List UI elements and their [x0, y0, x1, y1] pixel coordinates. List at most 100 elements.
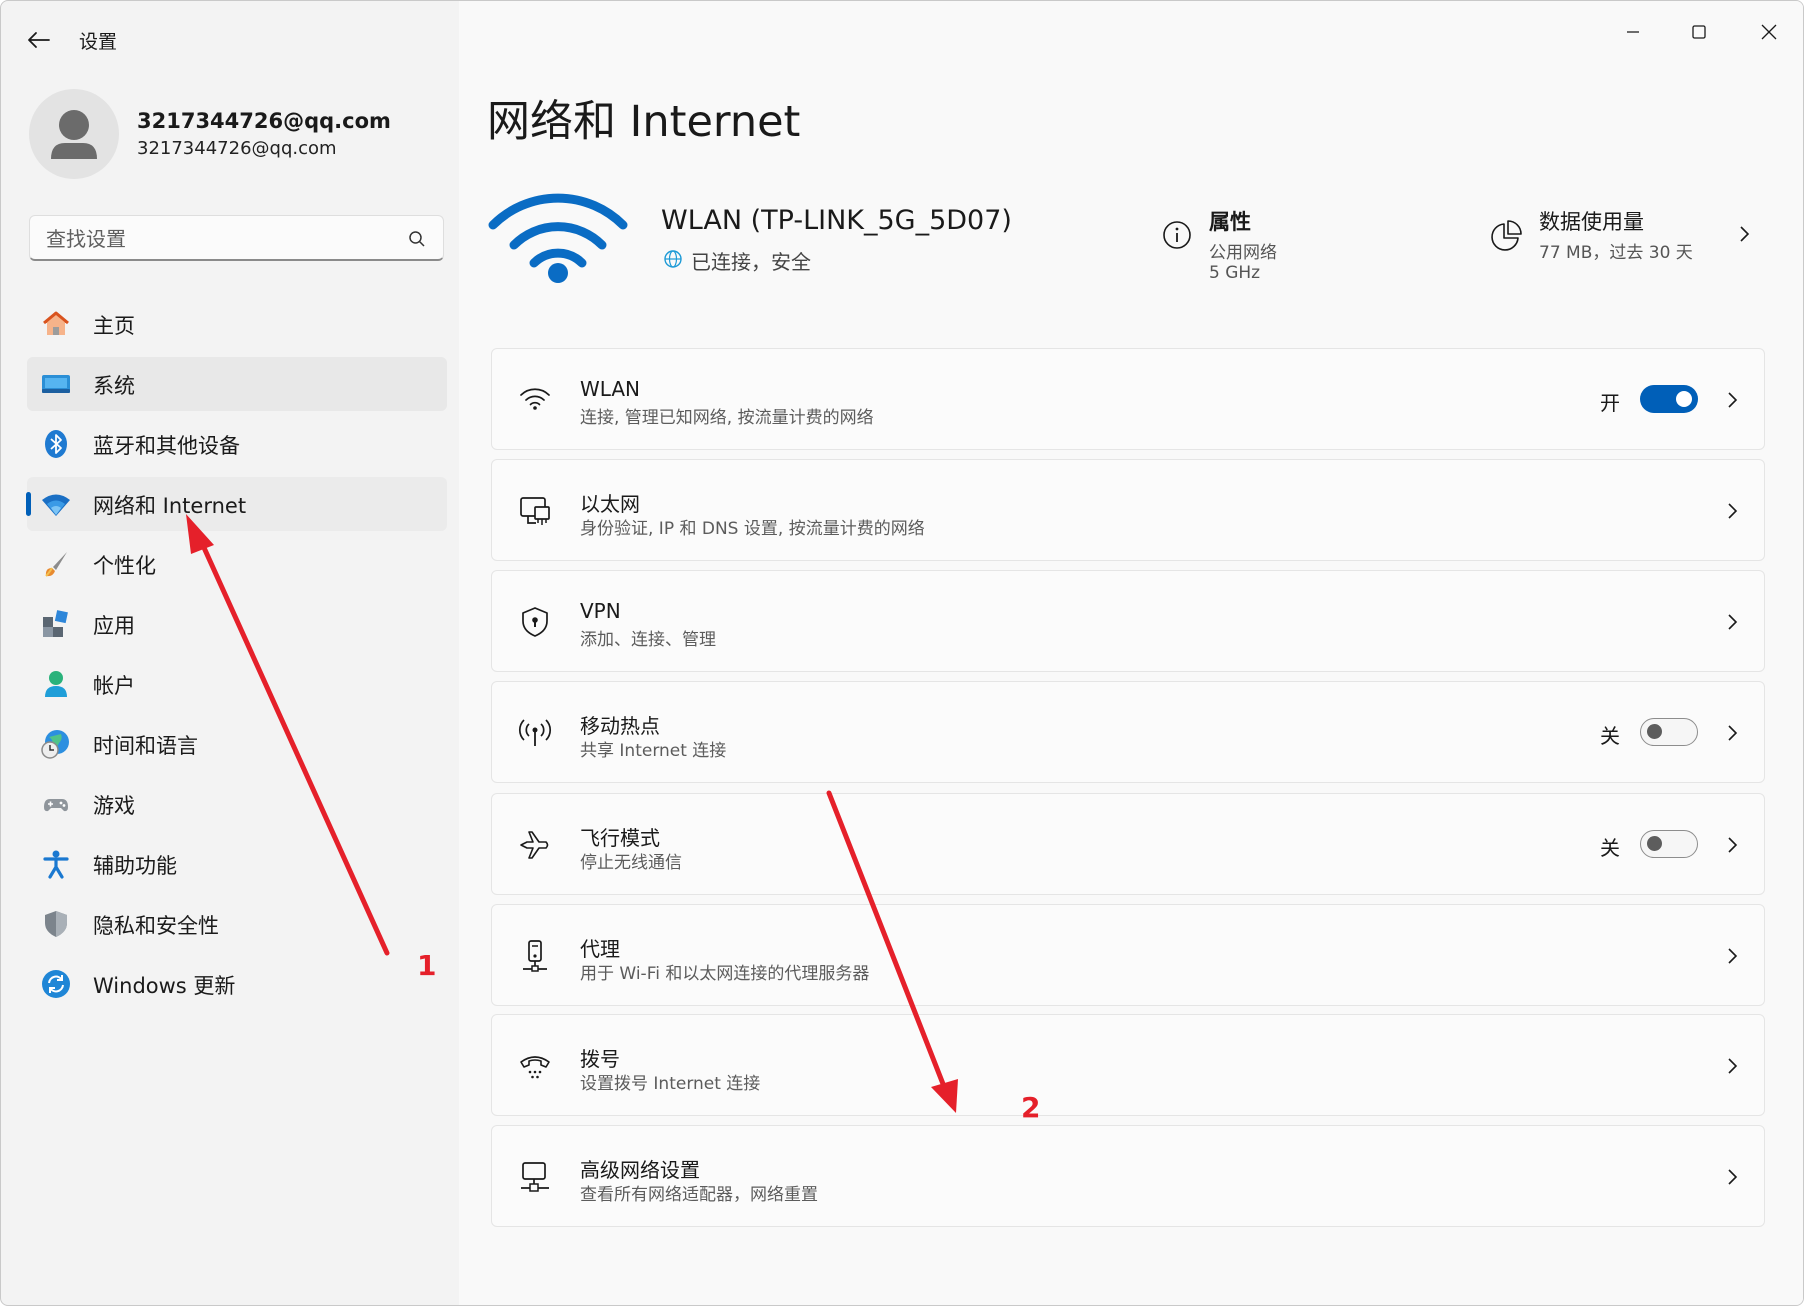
sidebar-item-privacy[interactable]: 隐私和安全性: [27, 897, 447, 951]
card-title: 高级网络设置: [580, 1158, 700, 1182]
card-subtitle: 添加、连接、管理: [580, 630, 716, 650]
sidebar-item-time-language[interactable]: 时间和语言: [27, 717, 447, 771]
network-band: 5 GHz: [1209, 263, 1261, 283]
wifi-icon: [520, 388, 550, 410]
close-icon[interactable]: [1749, 17, 1789, 47]
home-icon: [43, 311, 69, 335]
data-usage-pie-icon[interactable]: [1489, 219, 1523, 253]
search-icon[interactable]: [407, 229, 427, 249]
connected-network-name: WLAN (TP-LINK_5G_5D07): [661, 205, 1012, 236]
chevron-right-icon[interactable]: [1724, 945, 1740, 967]
app-title: 设置: [79, 31, 118, 53]
card-subtitle: 连接, 管理已知网络, 按流量计费的网络: [580, 408, 874, 428]
sidebar-item-label: 网络和 Internet: [93, 494, 247, 518]
card-subtitle: 查看所有网络适配器，网络重置: [580, 1185, 818, 1205]
data-usage-link[interactable]: 数据使用量: [1539, 206, 1644, 236]
title-bar: 设置: [1, 1, 1803, 75]
card-subtitle: 停止无线通信: [580, 853, 682, 873]
sidebar-item-label: 主页: [93, 314, 135, 338]
sidebar-item-label: 蓝牙和其他设备: [93, 434, 240, 458]
chevron-right-icon[interactable]: [1724, 389, 1740, 411]
maximize-icon[interactable]: [1679, 17, 1719, 47]
wlan-toggle[interactable]: [1640, 385, 1698, 413]
card-title: 移动热点: [580, 714, 660, 738]
search-box[interactable]: [29, 215, 444, 261]
sidebar-item-personalization[interactable]: 个性化: [27, 537, 447, 591]
chevron-right-icon[interactable]: [1724, 722, 1740, 744]
setting-card-mobile-hotspot[interactable]: 移动热点 共享 Internet 连接 关: [491, 681, 1765, 783]
toggle-knob: [1676, 391, 1692, 407]
chevron-right-icon[interactable]: [1724, 611, 1740, 633]
page-title: 网络和 Internet: [487, 97, 801, 147]
back-arrow-icon[interactable]: [23, 25, 53, 55]
card-subtitle: 用于 Wi-Fi 和以太网连接的代理服务器: [580, 964, 870, 984]
card-title: WLAN: [580, 377, 641, 401]
airplane-mode-toggle[interactable]: [1640, 830, 1698, 858]
setting-card-ethernet[interactable]: 以太网 身份验证, IP 和 DNS 设置, 按流量计费的网络: [491, 459, 1765, 561]
avatar[interactable]: [29, 89, 119, 179]
chevron-right-icon[interactable]: [1724, 1166, 1740, 1188]
sidebar-item-label: 时间和语言: [93, 734, 198, 758]
setting-card-airplane-mode[interactable]: 飞行模式 停止无线通信 关: [491, 793, 1765, 895]
accessibility-icon: [43, 850, 69, 879]
search-input[interactable]: [44, 224, 388, 254]
sidebar-item-system[interactable]: 系统: [27, 357, 447, 411]
sidebar-item-label: 辅助功能: [93, 854, 177, 878]
sidebar-item-gaming[interactable]: 游戏: [27, 777, 447, 831]
sidebar-item-accessibility[interactable]: 辅助功能: [27, 837, 447, 891]
setting-card-dial-up[interactable]: 拨号 设置拨号 Internet 连接: [491, 1014, 1765, 1116]
sidebar-item-windows-update[interactable]: Windows 更新: [27, 957, 447, 1011]
wifi-icon: [42, 494, 70, 516]
setting-card-proxy[interactable]: 代理 用于 Wi-Fi 和以太网连接的代理服务器: [491, 904, 1765, 1006]
apps-icon: [43, 610, 68, 637]
toggle-knob: [1647, 724, 1662, 739]
sidebar-item-accounts[interactable]: 帐户: [27, 657, 447, 711]
settings-window: 设置 3217344726@qq.com 3217344726@qq.com 查…: [0, 0, 1804, 1306]
bluetooth-icon: [45, 430, 67, 458]
user-silhouette-icon: [51, 110, 97, 159]
card-title: VPN: [580, 599, 621, 623]
hotspot-toggle[interactable]: [1640, 718, 1698, 746]
card-subtitle: 设置拨号 Internet 连接: [580, 1074, 761, 1094]
sidebar-item-label: 游戏: [93, 794, 135, 818]
hotspot-icon: [518, 719, 552, 746]
card-title: 拨号: [580, 1047, 620, 1071]
sidebar-item-network[interactable]: 网络和 Internet: [26, 477, 447, 531]
connection-status: 已连接，安全: [691, 250, 811, 274]
account-icon: [45, 671, 67, 697]
sidebar-item-bluetooth[interactable]: 蓝牙和其他设备: [27, 417, 447, 471]
sidebar-item-label: 隐私和安全性: [93, 914, 219, 938]
dialup-phone-icon: [520, 1056, 550, 1079]
sidebar-item-label: 帐户: [93, 674, 135, 698]
sidebar-item-label: 应用: [93, 614, 135, 638]
info-icon[interactable]: [1161, 219, 1193, 251]
minimize-icon[interactable]: [1613, 17, 1653, 47]
setting-card-vpn[interactable]: VPN 添加、连接、管理: [491, 570, 1765, 672]
toggle-state-label: 关: [1600, 724, 1620, 748]
network-type: 公用网络: [1209, 243, 1277, 263]
account-name: 3217344726@qq.com: [137, 109, 391, 133]
advanced-network-icon: [521, 1162, 549, 1192]
chevron-right-icon[interactable]: [1735, 223, 1753, 245]
wifi-large-icon: [488, 193, 628, 283]
vpn-shield-icon: [522, 607, 548, 637]
paintbrush-icon: [45, 552, 67, 577]
chevron-right-icon[interactable]: [1724, 834, 1740, 856]
data-usage-summary: 77 MB，过去 30 天: [1539, 243, 1693, 263]
sidebar-item-label: 个性化: [93, 554, 156, 578]
sidebar-item-home[interactable]: 主页: [27, 297, 447, 351]
globe-icon: [664, 250, 682, 268]
update-icon: [42, 970, 70, 998]
chevron-right-icon[interactable]: [1724, 500, 1740, 522]
card-title: 以太网: [580, 492, 640, 516]
toggle-knob: [1647, 836, 1662, 851]
sidebar-item-apps[interactable]: 应用: [27, 597, 447, 651]
annotation-label-1: 1: [417, 949, 437, 982]
card-subtitle: 身份验证, IP 和 DNS 设置, 按流量计费的网络: [580, 519, 925, 539]
setting-card-wlan[interactable]: WLAN 连接, 管理已知网络, 按流量计费的网络 开: [491, 348, 1765, 450]
chevron-right-icon[interactable]: [1724, 1055, 1740, 1077]
properties-link[interactable]: 属性: [1209, 206, 1251, 236]
selection-indicator: [26, 492, 31, 516]
setting-card-advanced-network[interactable]: 高级网络设置 查看所有网络适配器，网络重置: [491, 1125, 1765, 1227]
ethernet-icon: [520, 497, 550, 525]
